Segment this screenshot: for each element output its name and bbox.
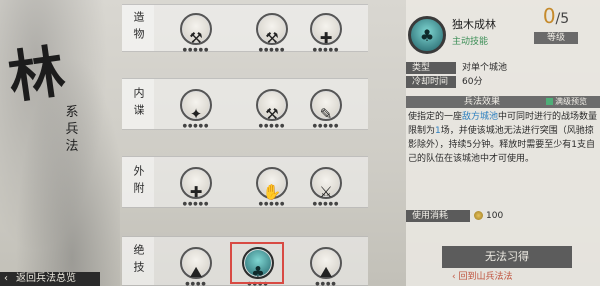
skill-stars: ●●●●●: [182, 201, 210, 207]
skill-row-waifu: 外附 ✚ ●●●●● ✋ ●●●●● ⚔ ●●●●●: [122, 156, 368, 208]
level-current: 0: [542, 4, 556, 28]
cost-label: 使用消耗: [406, 210, 470, 222]
info-kind-row: 类型 对单个城池: [406, 62, 600, 74]
skill-type: 主动技能: [452, 37, 489, 47]
hammer-icon: ⚒: [265, 105, 279, 123]
info-cd-value: 60分: [462, 77, 483, 87]
skill-stars: ●●●●: [315, 281, 337, 286]
effect-text: 使指定的一座: [408, 112, 463, 122]
checkbox-icon: [546, 98, 553, 105]
skill-stars: ●●●●●: [312, 123, 340, 129]
skill-stars: ●●●●●: [312, 201, 340, 207]
skill-slot[interactable]: ✎ ●●●●●: [304, 89, 348, 139]
skill-slot[interactable]: ⛰ ●●●●: [174, 247, 218, 286]
level-indicator: 0/5 等级: [534, 4, 578, 52]
effect-label: 兵法效果: [464, 97, 501, 107]
level-max: /5: [555, 11, 570, 27]
info-kind-value: 对单个城池: [462, 63, 508, 73]
row-label: 内谍: [122, 79, 154, 129]
back-button-label: 返回兵法总览: [16, 273, 76, 284]
skill-slot[interactable]: ⚒ ●●●●●: [174, 13, 218, 63]
school-character: 林: [4, 38, 69, 112]
skill-stars: ●●●●●: [258, 123, 286, 129]
hammer-icon: ⚒: [265, 29, 279, 47]
skill-stars: ●●●●●: [182, 123, 210, 129]
figure-icon: ✦: [189, 105, 203, 123]
skill-slot[interactable]: ✚ ●●●●●: [304, 13, 348, 63]
row-label: 绝技: [122, 237, 154, 285]
skill-slot[interactable]: ✦ ●●●●●: [174, 89, 218, 139]
effect-highlight: 敌方城池: [462, 112, 499, 122]
info-kind-label: 类型: [406, 62, 456, 74]
back-to-overview-button[interactable]: ‹ 返回兵法总览: [0, 272, 100, 286]
skill-stars: ●●●●●: [182, 47, 210, 53]
learn-button[interactable]: 无法习得: [442, 246, 572, 268]
skill-row-neidie: 内谍 ✦ ●●●●● ⚒ ●●●●● ✎ ●●●●●: [122, 78, 368, 130]
skill-stars: ●●●●●: [258, 201, 286, 207]
soldiers-icon: ⚔: [319, 183, 333, 201]
return-school-link[interactable]: ‹ 回到山兵法法: [452, 270, 512, 284]
hammer-icon: ⚒: [189, 29, 203, 47]
selection-highlight: [230, 242, 284, 284]
preview-label: 满级预览: [555, 97, 587, 106]
cost-value: 100: [486, 211, 504, 221]
level-label: 等级: [534, 32, 578, 44]
scroll-icon: ✎: [319, 105, 333, 123]
max-level-preview-toggle[interactable]: 满级预览: [546, 96, 587, 108]
skill-stars: ●●●●●: [258, 47, 286, 53]
skill-stars: ●●●●●: [312, 47, 340, 53]
hand-icon: ✋: [262, 183, 282, 201]
skill-stars: ●●●●: [185, 281, 207, 286]
plus-icon: ✚: [189, 183, 203, 201]
tree-icon: ♣: [419, 25, 435, 45]
selected-skill-icon: ♣: [408, 16, 446, 54]
skill-slot[interactable]: ✚ ●●●●●: [174, 167, 218, 217]
skill-name: 独木成林: [452, 18, 496, 31]
effect-header: 兵法效果 满级预览: [406, 96, 600, 108]
school-title: 系兵法: [65, 105, 79, 154]
chevron-left-icon: ‹: [4, 273, 8, 284]
skill-slot[interactable]: ⚔ ●●●●●: [304, 167, 348, 217]
wand-icon: ✚: [319, 29, 333, 47]
skill-row-zaowu: 造物 ⚒ ●●●●● ⚒ ●●●●● ✚ ●●●●●: [122, 4, 368, 53]
skill-slot[interactable]: ⚒ ●●●●●: [250, 89, 294, 139]
skill-slot[interactable]: ✋ ●●●●●: [250, 167, 294, 217]
info-cd-label: 冷却时间: [406, 76, 456, 88]
cost-row: 使用消耗 100: [406, 210, 600, 224]
skill-slot[interactable]: ⚒ ●●●●●: [250, 13, 294, 63]
info-cd-row: 冷却时间 60分: [406, 76, 600, 88]
row-label: 造物: [122, 5, 154, 51]
return-link-label: 回到山兵法法: [458, 272, 513, 282]
skill-slot[interactable]: ⛰ ●●●●: [304, 247, 348, 286]
effect-description: 使指定的一座敌方城池中可同时进行的战场数量限制为1场，并使该城池无法进行突围（风…: [408, 110, 598, 166]
coin-icon: [474, 211, 483, 220]
row-label: 外附: [122, 157, 154, 207]
